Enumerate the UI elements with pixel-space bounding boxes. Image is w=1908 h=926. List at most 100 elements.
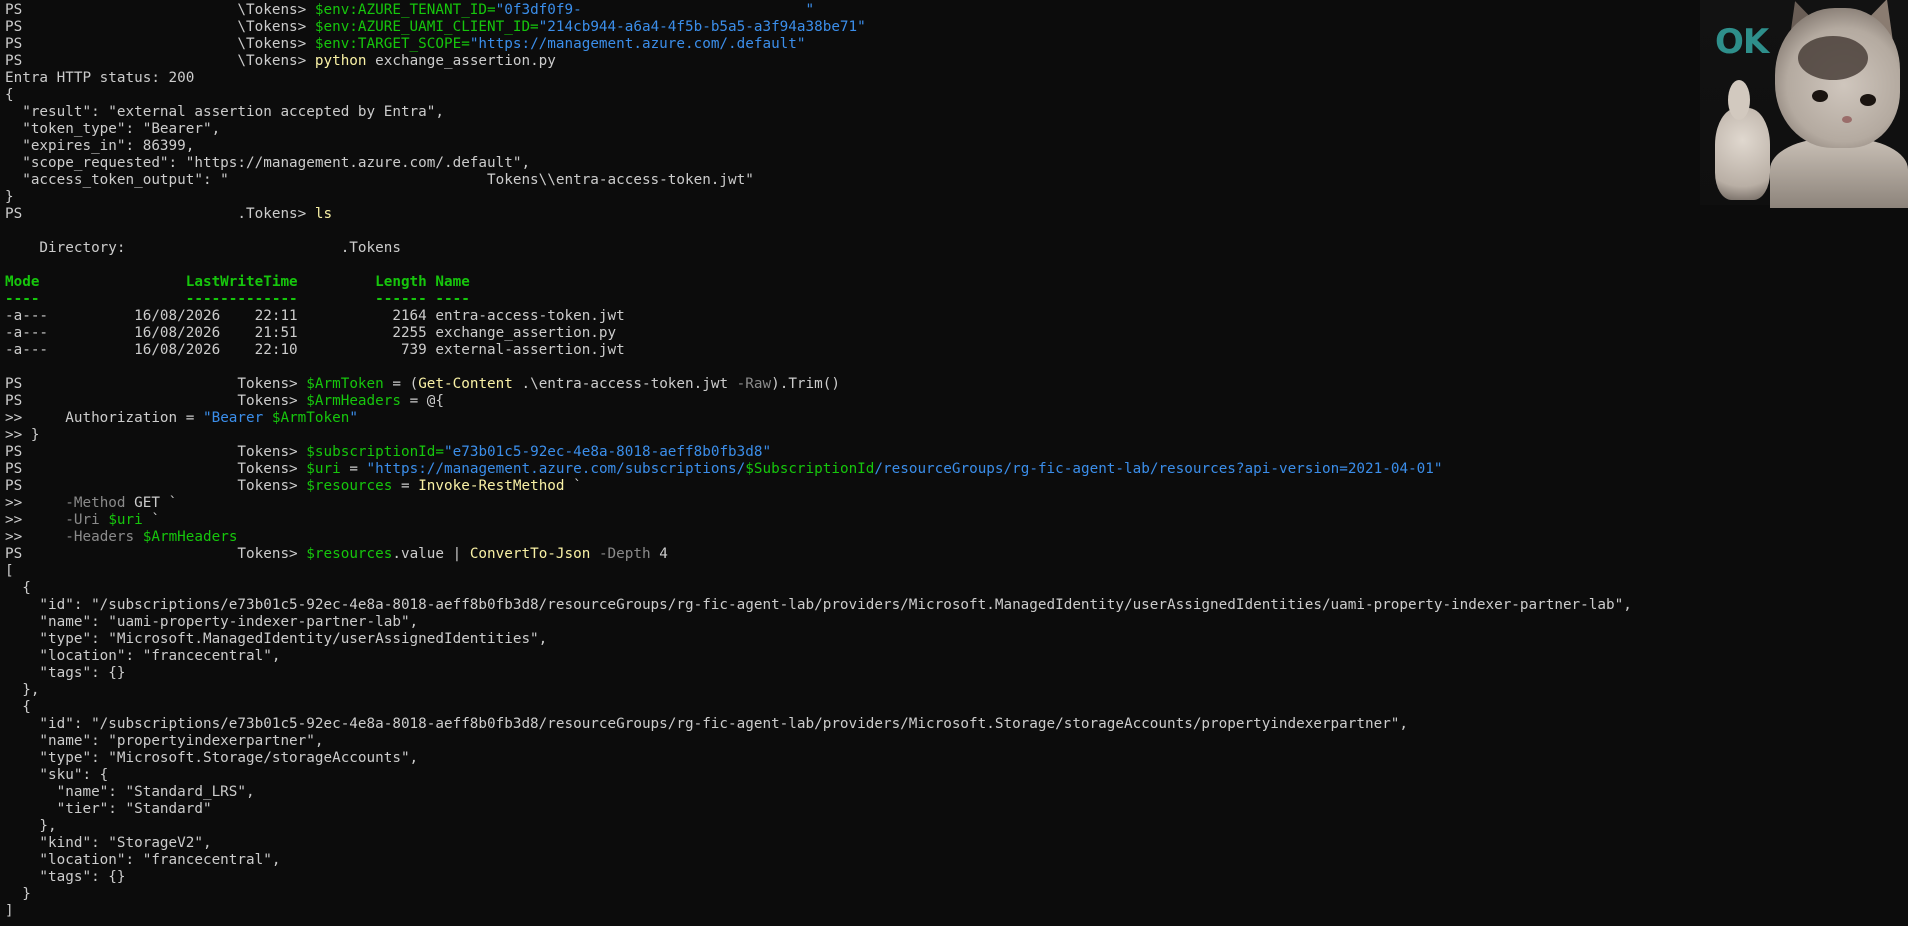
terminal-line: PS Tokens> $subscriptionId="e73b01c5-92e… bbox=[5, 444, 1905, 461]
directory-label: Directory: .Tokens bbox=[5, 240, 401, 256]
operator: = bbox=[340, 461, 367, 477]
continuation: >> } bbox=[5, 427, 40, 443]
cat-nose bbox=[1842, 116, 1852, 123]
table-header: Mode LastWriteTime Length Name bbox=[5, 274, 470, 290]
prompt-path: \Tokens> bbox=[30, 53, 315, 69]
prompt: PS bbox=[5, 546, 31, 562]
continuation: >> bbox=[5, 512, 66, 528]
parameter: -Method bbox=[65, 495, 126, 511]
prompt: PS bbox=[5, 478, 31, 494]
output-line: "expires_in": 86399, bbox=[5, 138, 195, 154]
table-row: -a--- 16/08/2026 21:51 2255 exchange_ass… bbox=[5, 325, 617, 341]
variable: $env:AZURE_UAMI_CLIENT_ID= bbox=[314, 19, 539, 35]
argument: exchange_assertion.py bbox=[366, 53, 556, 69]
operator: .value | bbox=[392, 546, 470, 562]
output-line: "name": "propertyindexerpartner", bbox=[5, 733, 324, 749]
terminal-line: >> Authorization = "Bearer $ArmToken" bbox=[5, 410, 1905, 427]
output-line: }, bbox=[5, 682, 40, 698]
output-line: } bbox=[5, 886, 31, 902]
prompt: PS bbox=[5, 53, 31, 69]
output-line: [ bbox=[5, 563, 14, 579]
operator: = bbox=[392, 478, 419, 494]
string: /resourceGroups/rg-fic-agent-lab/resourc… bbox=[874, 461, 1443, 477]
prompt-path: \Tokens> bbox=[30, 2, 315, 18]
argument: GET ` bbox=[125, 495, 178, 511]
prompt-path: \Tokens> bbox=[30, 36, 315, 52]
prompt: PS bbox=[5, 461, 31, 477]
variable: $ArmToken bbox=[271, 410, 350, 426]
output-line: "result": "external assertion accepted b… bbox=[5, 104, 444, 120]
output-line: ] bbox=[5, 903, 14, 919]
terminal-line: >> -Headers $ArmHeaders bbox=[5, 529, 1905, 546]
prompt-path: .Tokens> bbox=[30, 206, 315, 222]
variable: $ArmToken bbox=[306, 376, 384, 392]
thumbs-up-cat-icon: OK bbox=[1700, 0, 1908, 208]
output-line: "sku": { bbox=[5, 767, 109, 783]
parameter: -Raw bbox=[736, 376, 772, 392]
output-line: "type": "Microsoft.Storage/storageAccoun… bbox=[5, 750, 419, 766]
terminal-line: PS \Tokens> $env:AZURE_UAMI_CLIENT_ID="2… bbox=[5, 19, 1905, 36]
output-line: "id": "/subscriptions/e73b01c5-92ec-4e8a… bbox=[5, 716, 1409, 732]
variable: $uri bbox=[108, 512, 143, 528]
cat-eye bbox=[1860, 94, 1876, 106]
operator: = @{ bbox=[400, 393, 445, 409]
command: ConvertTo-Json bbox=[469, 546, 591, 562]
prompt-path: Tokens> bbox=[30, 478, 307, 494]
continuation: >> Authorization = bbox=[5, 410, 203, 426]
operator: ` bbox=[142, 512, 160, 528]
cat-paw bbox=[1715, 108, 1770, 200]
output-line: "type": "Microsoft.ManagedIdentity/userA… bbox=[5, 631, 548, 647]
cat-eye bbox=[1812, 90, 1828, 102]
command: Invoke-RestMethod bbox=[418, 478, 565, 494]
continuation: >> bbox=[5, 495, 66, 511]
output-line: { bbox=[5, 580, 31, 596]
variable: $env:TARGET_SCOPE= bbox=[314, 36, 470, 52]
terminal-line: >> -Method GET ` bbox=[5, 495, 1905, 512]
variable: $uri bbox=[306, 461, 341, 477]
terminal-line: PS Tokens> $ArmToken = (Get-Content .\en… bbox=[5, 376, 1905, 393]
prompt: PS bbox=[5, 444, 31, 460]
prompt-path: Tokens> bbox=[30, 376, 307, 392]
prompt: PS bbox=[5, 2, 31, 18]
variable: $ArmHeaders bbox=[142, 529, 238, 545]
output-line: "id": "/subscriptions/e73b01c5-92ec-4e8a… bbox=[5, 597, 1632, 613]
string: "https://management.azure.com/.default" bbox=[469, 36, 806, 52]
command: python bbox=[314, 53, 367, 69]
string: " bbox=[349, 410, 358, 426]
prompt-path: Tokens> bbox=[30, 393, 307, 409]
parameter: -Uri bbox=[65, 512, 100, 528]
terminal-line: PS Tokens> $resources = Invoke-RestMetho… bbox=[5, 478, 1905, 495]
prompt: PS bbox=[5, 36, 31, 52]
terminal-output[interactable]: PS \Tokens> $env:AZURE_TENANT_ID="0f3df0… bbox=[5, 2, 1905, 920]
output-line: }, bbox=[5, 818, 57, 834]
variable: $resources bbox=[306, 478, 393, 494]
prompt: PS bbox=[5, 19, 31, 35]
cat-fur-patch bbox=[1798, 36, 1868, 80]
output-line: Entra HTTP status: 200 bbox=[5, 70, 195, 86]
output-line: "kind": "StorageV2", bbox=[5, 835, 212, 851]
variable: $resources bbox=[306, 546, 393, 562]
prompt-path: Tokens> bbox=[30, 546, 307, 562]
prompt: PS bbox=[5, 376, 31, 392]
table-header-separator: ---- ------------- ------ ---- bbox=[5, 291, 470, 307]
output-line: "access_token_output": " Tokens\\entra-a… bbox=[5, 172, 754, 188]
command: ls bbox=[314, 206, 333, 222]
output-line: "token_type": "Bearer", bbox=[5, 121, 221, 137]
operator: = ( bbox=[383, 376, 419, 392]
operator: ).Trim() bbox=[771, 376, 840, 392]
output-line: "tier": "Standard" bbox=[5, 801, 212, 817]
output-line: "location": "francecentral", bbox=[5, 648, 281, 664]
terminal-line: >> -Uri $uri ` bbox=[5, 512, 1905, 529]
table-row: -a--- 16/08/2026 22:11 2164 entra-access… bbox=[5, 308, 625, 324]
terminal-line: PS Tokens> $ArmHeaders = @{ bbox=[5, 393, 1905, 410]
output-line: { bbox=[5, 87, 14, 103]
string: "0f3df0f9- " bbox=[495, 2, 815, 18]
output-line: } bbox=[5, 189, 14, 205]
terminal-line: PS Tokens> $uri = "https://management.az… bbox=[5, 461, 1905, 478]
variable: $ArmHeaders bbox=[306, 393, 401, 409]
output-line: "name": "uami-property-indexer-partner-l… bbox=[5, 614, 419, 630]
terminal-line: PS .Tokens> ls bbox=[5, 206, 1905, 223]
terminal-line: PS \Tokens> $env:TARGET_SCOPE="https://m… bbox=[5, 36, 1905, 53]
terminal-line: PS \Tokens> $env:AZURE_TENANT_ID="0f3df0… bbox=[5, 2, 1905, 19]
